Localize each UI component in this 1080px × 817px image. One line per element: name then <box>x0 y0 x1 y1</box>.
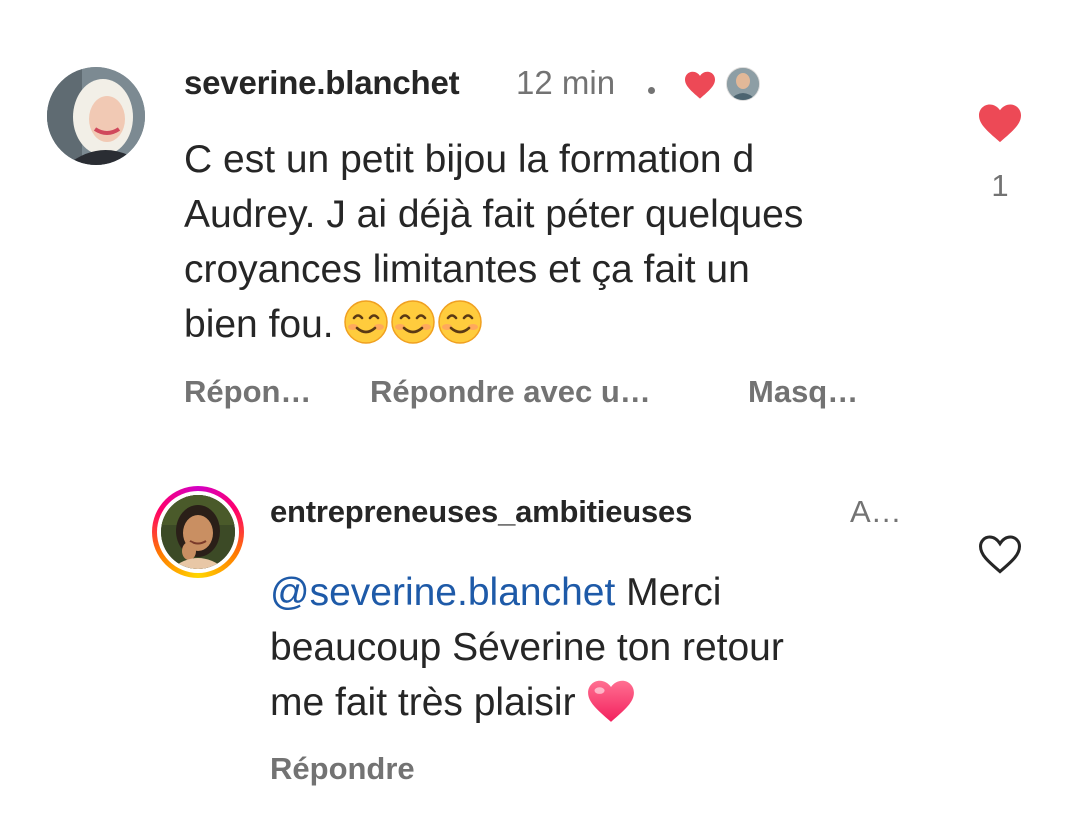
comment-text: C est un petit bijou la formation d Audr… <box>184 132 944 352</box>
reply-badge: A… <box>850 494 902 529</box>
comment-text-line: Audrey. J ai déjà fait péter quelques <box>184 193 804 236</box>
reply-button[interactable]: Répondre <box>270 751 415 787</box>
comment-username[interactable]: severine.blanchet <box>184 64 460 102</box>
mention-link[interactable]: @severine.blanchet <box>270 571 615 614</box>
avatar[interactable] <box>161 495 235 569</box>
avatar[interactable] <box>47 67 145 165</box>
comment-text-last: bien fou. <box>184 303 334 346</box>
like-heart-outline-icon[interactable] <box>976 533 1024 575</box>
reply-button[interactable]: Répon… <box>184 374 311 410</box>
separator-dot <box>648 87 655 94</box>
reply-with-button[interactable]: Répondre avec u… <box>370 374 651 410</box>
comment-text-line: C est un petit bijou la formation d <box>184 138 755 181</box>
like-count: 1 <box>991 168 1009 203</box>
smiling-face-icon <box>391 300 436 344</box>
reply-text-last: me fait très plaisir <box>270 681 576 724</box>
smiling-face-icon <box>344 300 389 344</box>
like-heart-icon[interactable] <box>976 102 1024 144</box>
reply-text-start: Merci <box>615 571 722 614</box>
story-ring[interactable] <box>152 486 244 578</box>
reply-text-line: me fait très plaisir <box>270 675 950 730</box>
creator-liked-heart-icon <box>685 71 715 99</box>
comment-actions: Répon… Répondre avec u… Masq… <box>184 374 904 414</box>
hide-button[interactable]: Masq… <box>748 374 858 410</box>
comment-timestamp: 12 min <box>516 64 616 101</box>
creator-avatar <box>726 67 760 101</box>
reply-text-line: beaucoup Séverine ton retour <box>270 626 784 669</box>
smiling-face-icon <box>438 300 483 344</box>
pink-heart-icon <box>588 680 635 722</box>
reply-actions: Répondre <box>270 751 570 791</box>
comment-text-line: croyances limitantes et ça fait un <box>184 248 750 291</box>
reply-username[interactable]: entrepreneuses_ambitieuses <box>270 494 692 530</box>
comment-text-line: bien fou. <box>184 297 944 352</box>
reply-text-line: @severine.blanchet Merci <box>270 565 950 620</box>
reply-text: @severine.blanchet Merci beaucoup Séveri… <box>270 565 950 730</box>
